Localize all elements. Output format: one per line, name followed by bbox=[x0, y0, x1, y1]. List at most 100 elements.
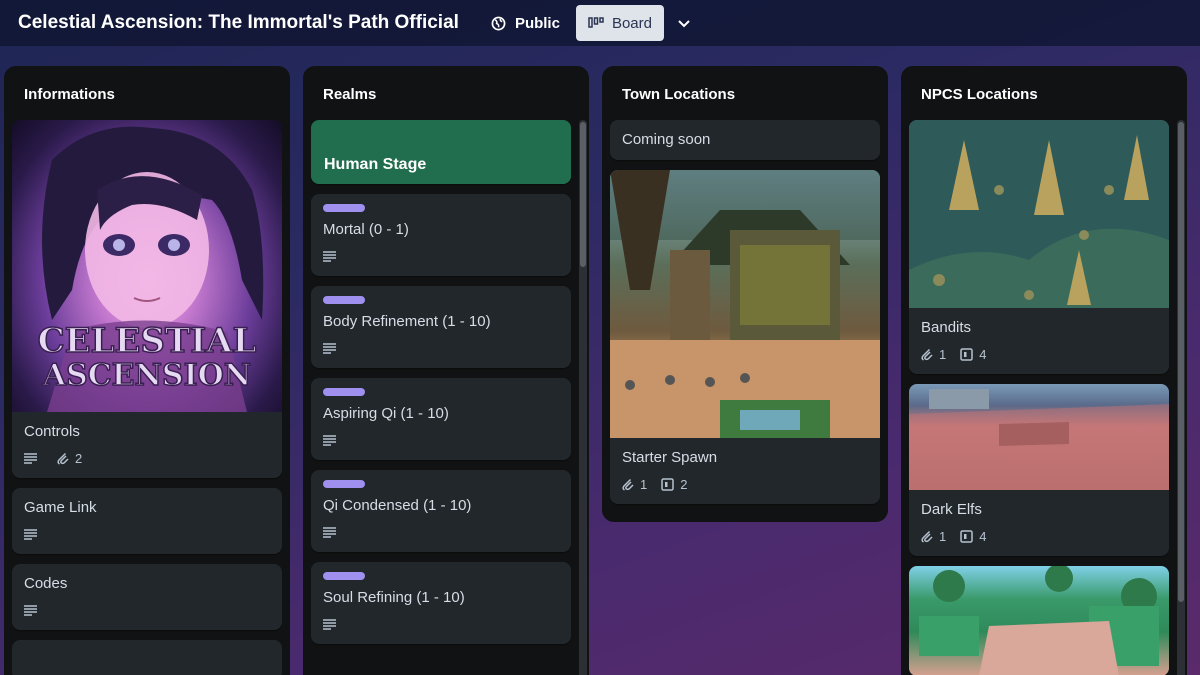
cover-art-title-bottom: ASCENSION bbox=[42, 358, 251, 393]
description-icon bbox=[24, 452, 37, 464]
card-soul-refining[interactable]: Soul Refining (1 - 10) bbox=[311, 562, 571, 644]
board-view-button[interactable]: Board bbox=[575, 5, 664, 41]
card-cover-image bbox=[909, 384, 1169, 490]
attachment-count: 1 bbox=[939, 346, 947, 362]
list-scrollbar[interactable] bbox=[579, 120, 587, 675]
attachment-icon bbox=[921, 530, 933, 543]
description-icon bbox=[323, 618, 336, 630]
visibility-label: Public bbox=[514, 14, 560, 32]
checklist-count: 2 bbox=[680, 476, 688, 492]
card-title: Coming soon bbox=[622, 131, 711, 148]
view-switcher-toggle[interactable] bbox=[676, 15, 692, 31]
card-codes[interactable]: Codes bbox=[12, 564, 282, 630]
scrollbar-thumb[interactable] bbox=[580, 122, 586, 267]
description-badge bbox=[323, 250, 342, 262]
card-mortal[interactable]: Mortal (0 - 1) bbox=[311, 194, 571, 276]
card-starter-spawn[interactable]: Starter Spawn 1 2 bbox=[610, 170, 880, 504]
description-badge bbox=[24, 604, 43, 616]
card-cover-image bbox=[909, 120, 1169, 308]
board-header: Celestial Ascension: The Immortal's Path… bbox=[0, 0, 1200, 46]
card-title: Controls bbox=[24, 423, 80, 440]
list-title[interactable]: Town Locations bbox=[602, 66, 888, 120]
card-human-stage[interactable]: Human Stage bbox=[311, 120, 571, 184]
list-title[interactable]: Informations bbox=[4, 66, 290, 120]
list-title[interactable]: NPCS Locations bbox=[901, 66, 1187, 120]
description-badge bbox=[323, 434, 342, 446]
board-view-label: Board bbox=[611, 14, 652, 32]
list-title[interactable]: Realms bbox=[303, 66, 589, 120]
card-dark-elfs[interactable]: Dark Elfs 1 4 bbox=[909, 384, 1169, 556]
list-scrollbar[interactable] bbox=[1177, 120, 1185, 675]
card-title: Human Stage bbox=[324, 156, 427, 173]
label-purple[interactable] bbox=[323, 572, 365, 580]
description-icon bbox=[24, 604, 37, 616]
card-partial[interactable] bbox=[12, 640, 282, 675]
description-icon bbox=[323, 250, 336, 262]
card-title: Game Link bbox=[24, 499, 97, 516]
card-cover-color: Human Stage bbox=[311, 120, 571, 184]
chevron-down-icon bbox=[678, 20, 690, 28]
list-informations: Informations CELESTIAL ASCENSION Control… bbox=[4, 66, 290, 675]
description-icon bbox=[323, 342, 336, 354]
globe-icon bbox=[491, 16, 506, 30]
card-title: Codes bbox=[24, 575, 68, 592]
card-bandits[interactable]: Bandits 1 4 bbox=[909, 120, 1169, 374]
attachment-count: 1 bbox=[939, 528, 947, 544]
card-aspiring-qi[interactable]: Aspiring Qi (1 - 10) bbox=[311, 378, 571, 460]
board-icon bbox=[588, 17, 604, 28]
attachment-count: 1 bbox=[640, 476, 648, 492]
visibility-button[interactable]: Public bbox=[491, 15, 560, 32]
checklist-icon bbox=[960, 347, 973, 361]
description-badge bbox=[323, 526, 342, 538]
card-forest-area[interactable] bbox=[909, 566, 1169, 675]
description-badge bbox=[24, 452, 43, 464]
card-game-link[interactable]: Game Link bbox=[12, 488, 282, 554]
card-title: Aspiring Qi (1 - 10) bbox=[323, 405, 449, 422]
description-badge bbox=[323, 342, 342, 354]
board-title[interactable]: Celestial Ascension: The Immortal's Path… bbox=[18, 12, 459, 34]
attachment-count: 2 bbox=[75, 450, 83, 466]
attachment-badge: 1 bbox=[921, 347, 946, 362]
description-icon bbox=[323, 434, 336, 446]
description-badge bbox=[24, 528, 43, 540]
label-purple[interactable] bbox=[323, 204, 365, 212]
attachment-badge: 2 bbox=[57, 451, 82, 466]
description-badge bbox=[323, 618, 342, 630]
list-npcs-locations: NPCS Locations Bandits 1 4 Dark Elfs 1 4 bbox=[901, 66, 1187, 675]
card-title: Soul Refining (1 - 10) bbox=[323, 589, 465, 606]
label-purple[interactable] bbox=[323, 388, 365, 396]
list-realms: Realms Human Stage Mortal (0 - 1) Body R… bbox=[303, 66, 589, 675]
attachment-badge: 1 bbox=[921, 529, 946, 544]
checklist-badge: 2 bbox=[661, 477, 687, 492]
list-town-locations: Town Locations Coming soon Starter Spawn… bbox=[602, 66, 888, 522]
card-title: Starter Spawn bbox=[622, 449, 718, 466]
attachment-icon bbox=[921, 348, 933, 361]
checklist-count: 4 bbox=[979, 528, 987, 544]
attachment-icon bbox=[57, 452, 69, 465]
label-purple[interactable] bbox=[323, 480, 365, 488]
card-title: Body Refinement (1 - 10) bbox=[323, 313, 491, 330]
card-coming-soon[interactable]: Coming soon bbox=[610, 120, 880, 160]
label-purple[interactable] bbox=[323, 296, 365, 304]
attachment-icon bbox=[622, 478, 634, 491]
checklist-count: 4 bbox=[979, 346, 987, 362]
card-body-refinement[interactable]: Body Refinement (1 - 10) bbox=[311, 286, 571, 368]
attachment-badge: 1 bbox=[622, 477, 647, 492]
card-title: Mortal (0 - 1) bbox=[323, 221, 409, 238]
card-cover-image bbox=[909, 566, 1169, 675]
checklist-icon bbox=[960, 529, 973, 543]
cover-art-title-top: CELESTIAL bbox=[38, 321, 257, 361]
card-cover-image bbox=[610, 170, 880, 438]
card-controls[interactable]: CELESTIAL ASCENSION Controls 2 bbox=[12, 120, 282, 478]
card-cover-image: CELESTIAL ASCENSION bbox=[12, 120, 282, 412]
card-qi-condensed[interactable]: Qi Condensed (1 - 10) bbox=[311, 470, 571, 552]
card-title: Qi Condensed (1 - 10) bbox=[323, 497, 472, 514]
scrollbar-thumb[interactable] bbox=[1178, 122, 1184, 602]
card-title: Bandits bbox=[921, 319, 972, 336]
checklist-badge: 4 bbox=[960, 347, 986, 362]
card-title: Dark Elfs bbox=[921, 501, 982, 518]
description-icon bbox=[323, 526, 336, 538]
description-icon bbox=[24, 528, 37, 540]
checklist-badge: 4 bbox=[960, 529, 986, 544]
checklist-icon bbox=[661, 477, 674, 491]
